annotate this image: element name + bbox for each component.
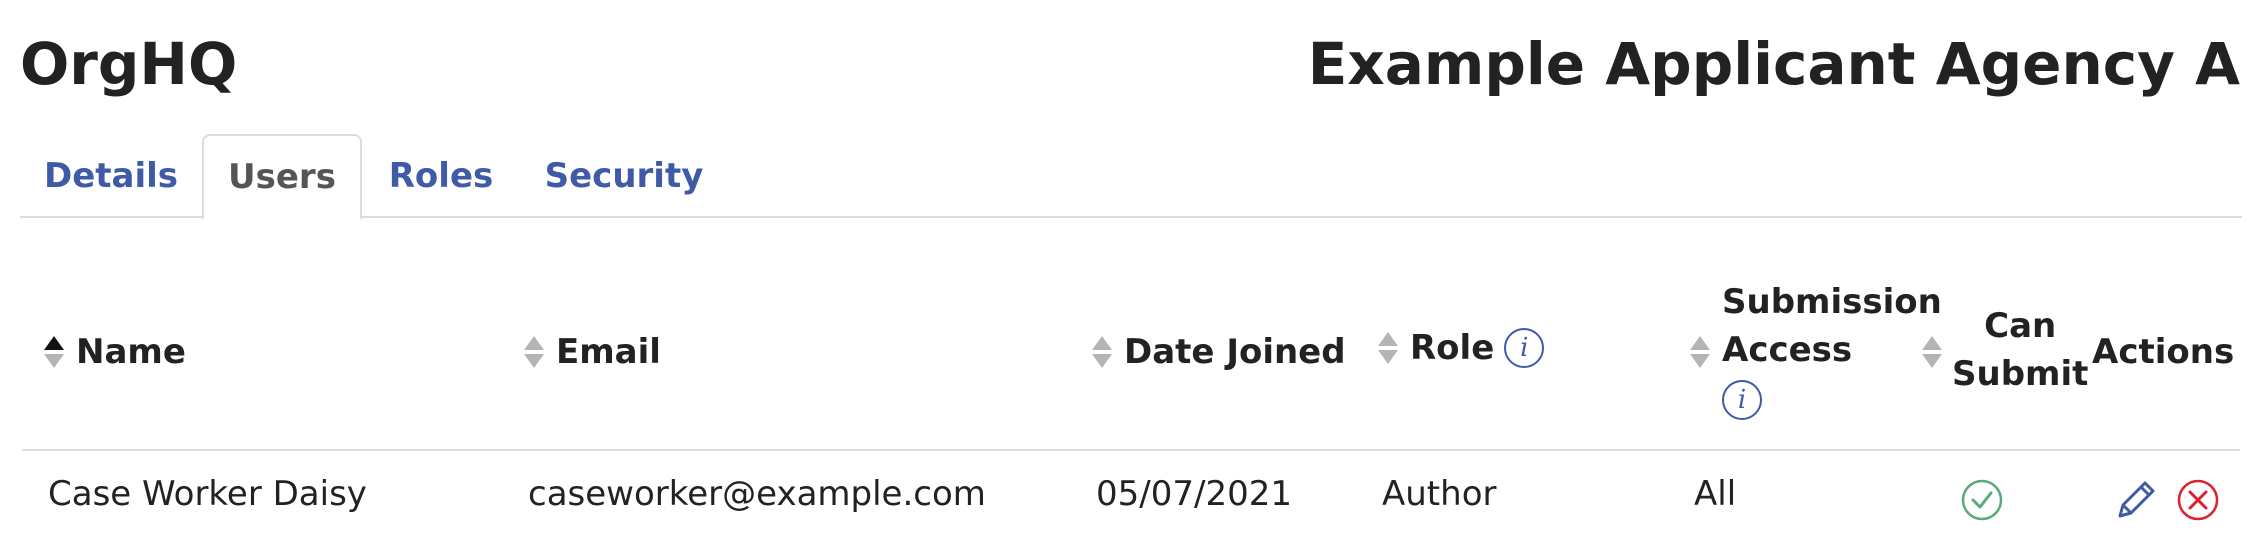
- edit-pencil-icon[interactable]: [2114, 476, 2160, 522]
- column-header-submission-access-line1: Submission: [1722, 282, 1942, 322]
- sort-icon[interactable]: [1092, 334, 1114, 370]
- cell-submission-access: All: [1694, 474, 1737, 514]
- table-header-divider: [22, 449, 2240, 451]
- column-header-name[interactable]: Name: [44, 332, 186, 372]
- cell-date-joined: 05/07/2021: [1096, 474, 1292, 514]
- tab-bar: Details Users Roles Security: [20, 134, 2242, 220]
- sort-icon[interactable]: [1922, 334, 1944, 370]
- sort-icon[interactable]: [524, 334, 546, 370]
- info-icon[interactable]: i: [1504, 328, 1545, 368]
- column-header-can-submit[interactable]: Can Submit: [1952, 302, 2088, 398]
- organization-name: Example Applicant Agency A: [1307, 30, 2240, 98]
- column-header-submission-access-line2: Access: [1722, 330, 1853, 370]
- check-circle-icon: [1961, 479, 2003, 521]
- tab-security[interactable]: Security: [536, 134, 712, 218]
- sort-ascending-icon[interactable]: [44, 334, 66, 370]
- column-header-name-label: Name: [76, 332, 186, 372]
- column-header-can-submit-line1: Can: [1984, 306, 2057, 346]
- column-header-email[interactable]: Email: [524, 332, 661, 372]
- cell-name: Case Worker Daisy: [48, 474, 367, 514]
- tab-roles[interactable]: Roles: [366, 134, 516, 218]
- info-icon[interactable]: i: [1722, 380, 1762, 420]
- app-title: OrgHQ: [20, 30, 238, 98]
- column-header-submission-access[interactable]: Submission Access i: [1722, 278, 1942, 420]
- column-header-date-joined[interactable]: Date Joined: [1092, 332, 1346, 372]
- delete-x-circle-icon[interactable]: [2176, 478, 2220, 522]
- cell-email: caseworker@example.com: [528, 474, 986, 514]
- column-header-email-label: Email: [556, 332, 661, 372]
- column-header-role[interactable]: Role i: [1378, 328, 1545, 368]
- column-header-actions: Actions: [2092, 332, 2235, 372]
- cell-role: Author: [1382, 474, 1497, 514]
- column-header-date-joined-label: Date Joined: [1124, 332, 1346, 372]
- column-header-can-submit-line2: Submit: [1952, 354, 2089, 394]
- sort-icon[interactable]: [1690, 334, 1712, 370]
- column-header-role-label: Role: [1410, 328, 1495, 368]
- sort-icon[interactable]: [1378, 330, 1400, 366]
- tab-details[interactable]: Details: [20, 134, 202, 218]
- tab-users[interactable]: Users: [202, 134, 362, 220]
